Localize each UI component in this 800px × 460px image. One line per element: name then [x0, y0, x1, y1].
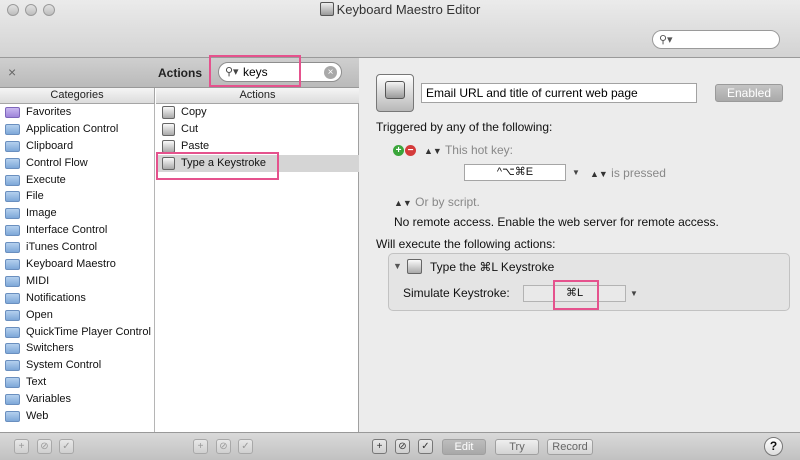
favorites-folder-icon: [5, 107, 20, 118]
updown-arrows-icon: ▲▼: [394, 198, 412, 208]
folder-icon: [5, 157, 20, 169]
category-item[interactable]: Text: [0, 374, 154, 391]
folder-icon: [5, 377, 20, 389]
check-icon[interactable]: ✓: [59, 439, 74, 454]
triggered-label: Triggered by any of the following:: [376, 120, 553, 134]
category-item[interactable]: Open: [0, 307, 154, 324]
actions-title: Actions: [158, 66, 203, 80]
category-item[interactable]: System Control: [0, 357, 154, 374]
disclosure-triangle-icon[interactable]: ▼: [393, 261, 402, 271]
keyboard-icon: [162, 106, 175, 119]
disable-icon[interactable]: ⊘: [216, 439, 231, 454]
category-item[interactable]: QuickTime Player Control: [0, 324, 154, 341]
title-bar: Keyboard Maestro Editor ⚲▾: [0, 0, 800, 58]
disable-icon[interactable]: ⊘: [37, 439, 52, 454]
folder-icon: [5, 326, 20, 338]
folder-icon: [5, 191, 20, 203]
folder-icon: [5, 343, 20, 355]
folder-icon: [5, 292, 20, 304]
action-item-copy[interactable]: Copy: [156, 104, 359, 121]
folder-icon: [5, 360, 20, 372]
search-highlight-box: [209, 55, 301, 87]
folder-icon: [5, 174, 20, 186]
category-item[interactable]: File: [0, 188, 154, 205]
or-by-script-selector[interactable]: ▲▼ Or by script.: [394, 195, 480, 209]
category-item[interactable]: Notifications: [0, 290, 154, 307]
plus-icon[interactable]: +: [14, 439, 29, 454]
window-title: Keyboard Maestro Editor: [0, 2, 800, 17]
folder-icon: [5, 225, 20, 237]
keyboard-icon: [162, 122, 175, 136]
search-icon: ⚲▾: [659, 34, 673, 46]
plus-icon[interactable]: +: [393, 145, 404, 156]
category-item[interactable]: MIDI: [0, 273, 154, 290]
keyboard-icon: [407, 259, 422, 274]
app-icon: [319, 2, 334, 16]
keyboard-icon: [162, 139, 175, 153]
pressed-selector[interactable]: ▲▼ is pressed: [590, 166, 666, 180]
categories-list: Favorites Application Control Clipboard …: [0, 104, 155, 432]
categories-header: Categories: [0, 88, 155, 104]
dropdown-arrow-icon[interactable]: ▼: [630, 289, 638, 298]
category-item[interactable]: Control Flow: [0, 155, 154, 172]
plus-icon[interactable]: +: [193, 439, 208, 454]
trigger-type-selector[interactable]: ▲▼ This hot key:: [424, 143, 513, 157]
action-title: Type the ⌘L Keystroke: [430, 260, 555, 274]
check-icon[interactable]: ✓: [418, 439, 433, 454]
simulate-keystroke-label: Simulate Keystroke:: [403, 286, 510, 300]
clear-search-icon[interactable]: ×: [324, 66, 337, 79]
category-item[interactable]: Execute: [0, 172, 154, 189]
toolbar-search-field[interactable]: ⚲▾: [652, 30, 780, 49]
record-button[interactable]: Record: [547, 439, 593, 455]
minus-icon[interactable]: −: [405, 145, 416, 156]
category-item[interactable]: Keyboard Maestro: [0, 256, 154, 273]
updown-arrows-icon: ▲▼: [590, 169, 608, 179]
folder-icon: [5, 242, 20, 254]
macro-editor: Enabled Triggered by any of the followin…: [360, 58, 800, 432]
category-item[interactable]: Interface Control: [0, 222, 154, 239]
folder-icon: [5, 309, 20, 321]
bottom-toolbar: + ⊘ ✓ + ⊘ ✓ + ⊘ ✓ Edit Try Record ?: [0, 432, 800, 460]
will-execute-label: Will execute the following actions:: [376, 237, 556, 251]
category-item[interactable]: Application Control: [0, 121, 154, 138]
category-item[interactable]: Variables: [0, 391, 154, 408]
actions-header: Actions: [156, 88, 359, 104]
enabled-button[interactable]: Enabled: [715, 84, 783, 102]
macro-keyboard-icon[interactable]: [376, 74, 414, 112]
folder-icon: [5, 275, 20, 287]
folder-icon: [5, 140, 20, 152]
try-button[interactable]: Try: [495, 439, 539, 455]
category-item[interactable]: Favorites: [0, 104, 154, 121]
help-icon[interactable]: ?: [764, 437, 783, 456]
category-item[interactable]: Web: [0, 408, 154, 425]
macro-name-field[interactable]: [421, 83, 697, 103]
dropdown-arrow-icon[interactable]: ▼: [572, 168, 580, 177]
category-item[interactable]: iTunes Control: [0, 239, 154, 256]
folder-icon: [5, 394, 20, 406]
keyboard-icon: [385, 81, 405, 99]
action-highlight-box: [156, 152, 279, 180]
category-item[interactable]: Clipboard: [0, 138, 154, 155]
folder-icon: [5, 259, 20, 271]
close-icon[interactable]: ×: [8, 64, 16, 80]
keystroke-highlight-box: [553, 280, 599, 310]
category-item[interactable]: Switchers: [0, 340, 154, 357]
check-icon[interactable]: ✓: [238, 439, 253, 454]
disable-icon[interactable]: ⊘: [395, 439, 410, 454]
category-item[interactable]: Image: [0, 205, 154, 222]
folder-icon: [5, 411, 20, 423]
library-panel: × Actions ⚲▾ × Categories Actions Favori…: [0, 55, 359, 432]
updown-arrows-icon: ▲▼: [424, 146, 442, 156]
remote-access-text: No remote access. Enable the web server …: [394, 215, 719, 229]
edit-button[interactable]: Edit: [442, 439, 486, 455]
action-item-cut[interactable]: Cut: [156, 121, 359, 138]
plus-icon[interactable]: +: [372, 439, 387, 454]
hotkey-field[interactable]: ^⌥⌘E: [464, 164, 566, 181]
folder-icon: [5, 208, 20, 220]
folder-icon: [5, 123, 20, 135]
library-header: × Actions ⚲▾ ×: [0, 58, 359, 88]
